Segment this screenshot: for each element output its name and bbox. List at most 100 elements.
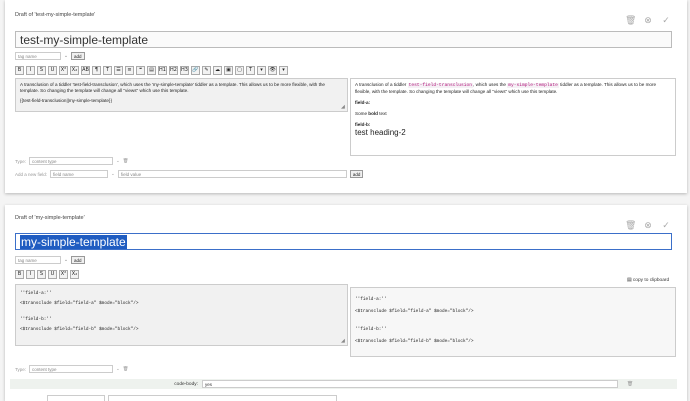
subscript-button[interactable]: X₂ xyxy=(70,66,79,75)
trash-icon[interactable]: 🗑 xyxy=(627,382,633,387)
preview-heading: test heading-2 xyxy=(355,128,406,137)
superscript-button[interactable]: X² xyxy=(59,66,68,75)
preview-code: test-field-transclusion xyxy=(407,83,474,88)
edit-button[interactable]: ✎ xyxy=(202,66,211,75)
title-input[interactable]: test-my-simple-template xyxy=(15,31,672,48)
preview-text: Some xyxy=(355,111,368,116)
bold-button[interactable]: B xyxy=(15,270,24,279)
preview-text: , which uses the xyxy=(473,82,506,87)
field-name-input[interactable]: field name xyxy=(50,170,109,178)
copy-to-clipboard-button[interactable]: ▤ copy to clipboard xyxy=(627,278,669,283)
editor-text-line: A transclusion of a tiddler 'test-field-… xyxy=(20,82,325,93)
heading-2-button[interactable]: H2 xyxy=(169,66,178,75)
field-value-input[interactable]: yes xyxy=(202,380,618,388)
resize-handle-icon[interactable]: ◢ xyxy=(341,105,346,110)
cloud-button[interactable]: ☁ xyxy=(213,66,222,75)
preview-line: <$transclude $field="field-b" $mode="blo… xyxy=(355,339,474,344)
add-field-button[interactable]: add xyxy=(349,170,364,178)
preview-bold: bold xyxy=(368,111,378,116)
heading-1-button[interactable]: H1 xyxy=(158,66,167,75)
trash-icon[interactable]: 🗑 xyxy=(123,158,129,164)
field-value-input[interactable] xyxy=(108,395,337,401)
tag-row: tag name ⌄ add xyxy=(15,256,85,264)
mono-button[interactable]: T xyxy=(103,66,112,75)
tag-row: tag name ⌄ add xyxy=(15,52,85,60)
italic-button[interactable]: I xyxy=(26,66,35,75)
new-field-label: Add a new field: xyxy=(15,171,48,177)
quote-button[interactable]: ❝ xyxy=(136,66,145,75)
draft-title: Draft of 'my-simple-template' xyxy=(15,215,85,221)
new-field-row: Add a new field: field name ⌄ field valu… xyxy=(15,170,364,178)
excise-button[interactable]: ▢ xyxy=(235,66,244,75)
block-button[interactable]: ▤ xyxy=(147,66,156,75)
more-dropdown-button[interactable]: ▾ xyxy=(257,66,266,75)
chevron-down-icon[interactable]: ⌄ xyxy=(116,158,120,164)
image-button[interactable]: ▣ xyxy=(224,66,233,75)
preview-button[interactable]: 👁 xyxy=(268,66,277,75)
text-editor[interactable]: ''field-a:'' <$transclude $field="field-… xyxy=(15,284,348,346)
editor-toolbar: B I S U X² X₂ AB ¶ T ☰ ≡ ❝ ▤ H1 H2 H3 🔗 ✎ ☁ ▣ ▢ T ▾ 👁 ▾ xyxy=(15,66,288,75)
type-input[interactable]: content type xyxy=(29,365,114,373)
link-button[interactable]: 🔗 xyxy=(191,66,200,75)
type-label: Type: xyxy=(15,158,27,164)
field-value-input[interactable]: field value xyxy=(117,170,347,178)
preview-line: ''field-b:'' xyxy=(355,327,387,332)
tag-input[interactable]: tag name xyxy=(15,256,61,264)
new-field-row-partial xyxy=(15,395,337,401)
delete-icon[interactable]: 🗑 xyxy=(625,221,636,231)
tiddler-editor-2: Draft of 'my-simple-template' 🗑 ⊗ ✓ my-s… xyxy=(5,205,687,401)
editor-text-line: ''field-a:'' xyxy=(20,291,52,296)
type-row: Type: content type ⌄ 🗑 xyxy=(15,157,129,165)
cancel-icon[interactable]: ⊗ xyxy=(643,221,653,231)
field-name-input[interactable] xyxy=(47,395,105,401)
done-icon[interactable]: ✓ xyxy=(661,221,671,231)
preview-pane: ''field-a:'' <$transclude $field="field-… xyxy=(350,287,676,357)
strikethrough-button[interactable]: S xyxy=(37,66,46,75)
trash-icon[interactable]: 🗑 xyxy=(123,366,129,372)
field-a-value: Some bold text xyxy=(355,111,671,117)
tiddler-editor-1: Draft of 'test-my-simple-template' 🗑 ⊗ ✓… xyxy=(5,0,687,193)
type-label: Type: xyxy=(15,366,27,372)
heading-3-button[interactable]: H3 xyxy=(180,66,189,75)
add-tag-button[interactable]: add xyxy=(71,52,85,60)
done-icon[interactable]: ✓ xyxy=(661,16,671,26)
list-number-button[interactable]: ≡ xyxy=(125,66,134,75)
title-selected-text: my-simple-template xyxy=(20,235,127,249)
underline-button[interactable]: U xyxy=(48,66,57,75)
field-a-label: field-a: xyxy=(355,100,371,105)
field-name-label: code-body: xyxy=(174,381,198,387)
preview-dropdown-button[interactable]: ▾ xyxy=(279,66,288,75)
preview-line: ''field-a:'' xyxy=(355,297,387,302)
underline-button[interactable]: U xyxy=(48,270,57,279)
clipboard-icon: ▤ xyxy=(627,278,632,283)
type-input[interactable]: content type xyxy=(29,157,114,165)
chevron-down-icon[interactable]: ⌄ xyxy=(63,256,69,264)
delete-icon[interactable]: 🗑 xyxy=(625,16,636,26)
text-editor[interactable]: A transclusion of a tiddler 'test-field-… xyxy=(15,78,348,112)
title-input[interactable]: my-simple-template xyxy=(15,233,672,250)
copy-label: copy to clipboard xyxy=(632,278,670,283)
list-bullet-button[interactable]: ☰ xyxy=(114,66,123,75)
resize-handle-icon[interactable]: ◢ xyxy=(341,339,346,344)
subscript-button[interactable]: X₂ xyxy=(70,270,79,279)
chevron-down-icon[interactable]: ⌄ xyxy=(63,52,69,60)
strikethrough-button[interactable]: S xyxy=(37,270,46,279)
italic-button[interactable]: I xyxy=(26,270,35,279)
editor-text-line: {{test-field-transclusion||my-simple-tem… xyxy=(20,98,113,103)
field-row-code-body: code-body: yes 🗑 xyxy=(10,379,677,389)
preview-intro: A transclusion of a tiddler test-field-t… xyxy=(355,82,671,95)
paragraph-button[interactable]: ¶ xyxy=(92,66,101,75)
bold-button[interactable]: B xyxy=(15,66,24,75)
editor-actions: 🗑 ⊗ ✓ xyxy=(625,16,671,26)
preview-text: text xyxy=(379,111,387,116)
tag-input[interactable]: tag name xyxy=(15,52,61,60)
add-tag-button[interactable]: add xyxy=(71,256,85,264)
superscript-button[interactable]: X² xyxy=(59,270,68,279)
preview-text: A transclusion of a tiddler xyxy=(355,82,407,87)
cancel-icon[interactable]: ⊗ xyxy=(643,16,653,26)
smallcaps-button[interactable]: AB xyxy=(81,66,90,75)
text-size-button[interactable]: T xyxy=(246,66,255,75)
editor-actions: 🗑 ⊗ ✓ xyxy=(625,221,671,231)
chevron-down-icon[interactable]: ⌄ xyxy=(116,366,120,372)
chevron-down-icon[interactable]: ⌄ xyxy=(111,171,115,177)
